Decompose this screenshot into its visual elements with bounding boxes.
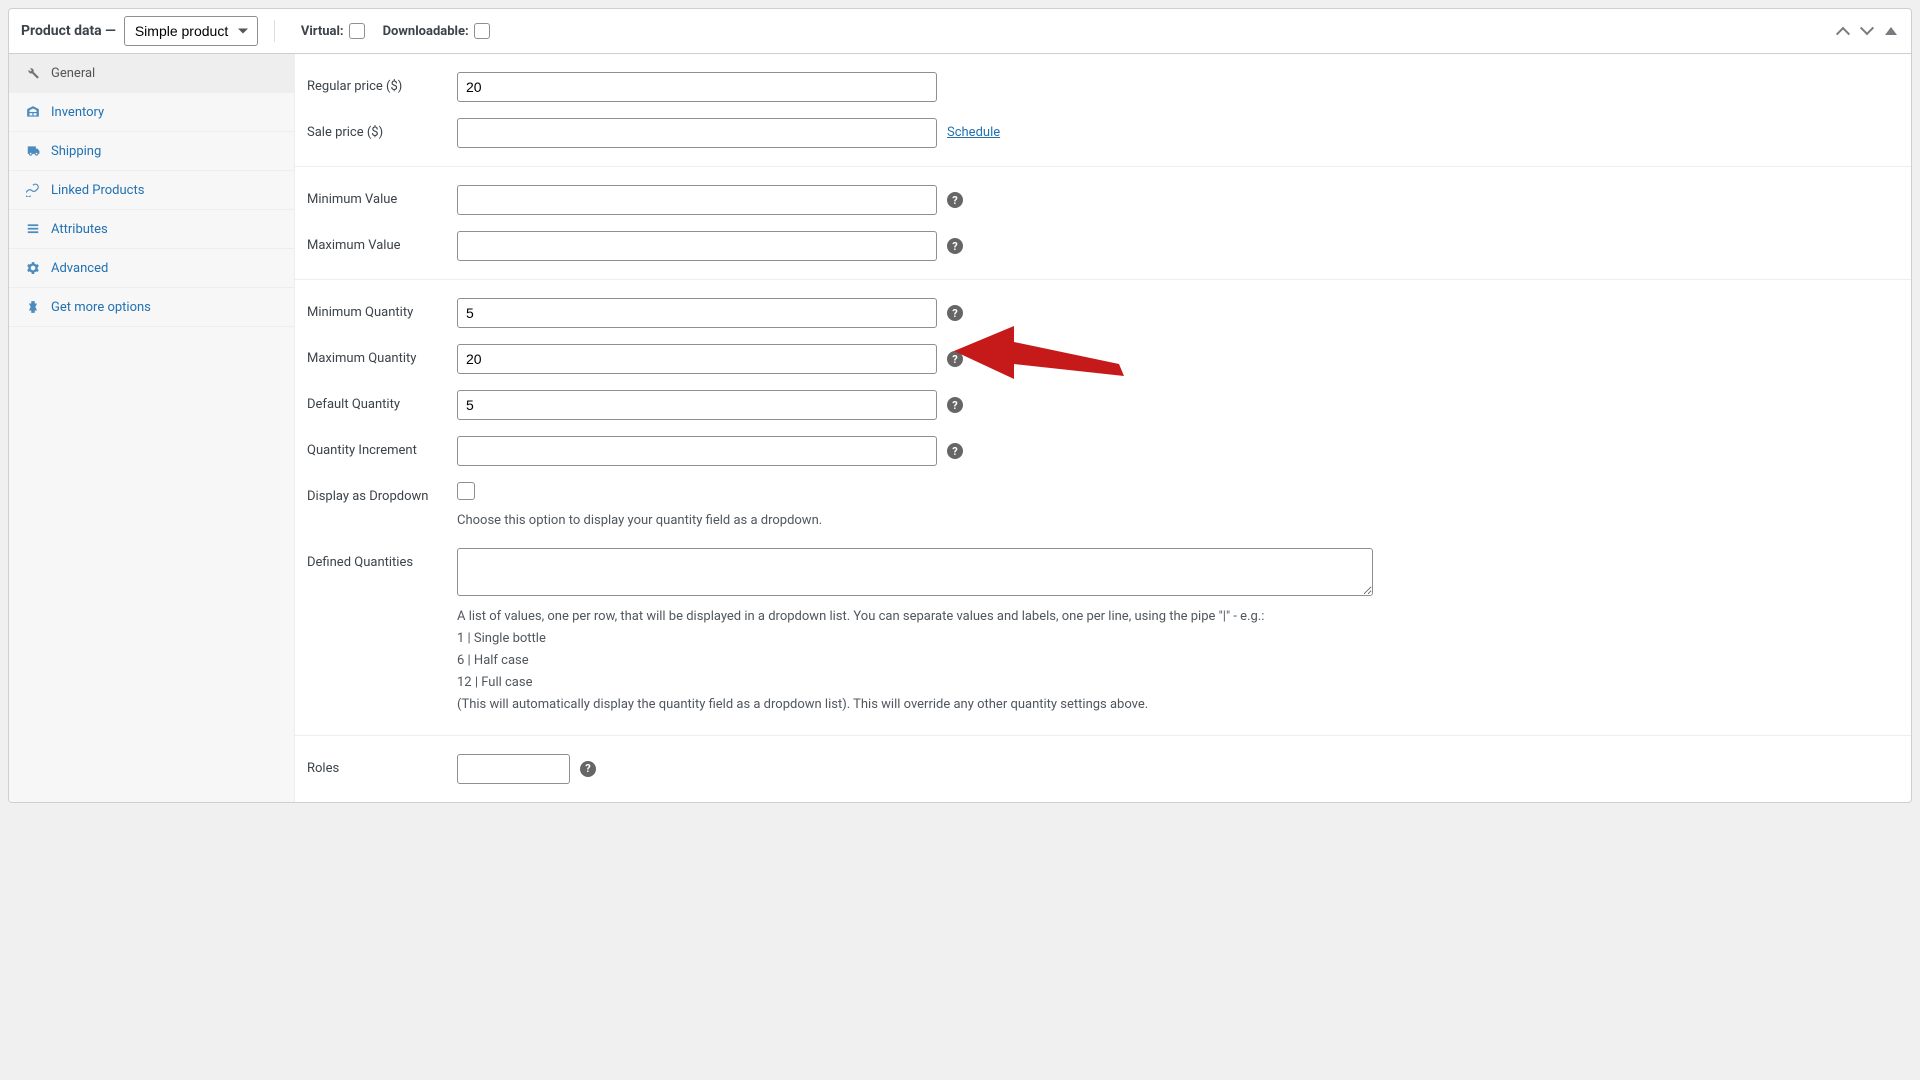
virtual-label: Virtual:: [301, 23, 365, 39]
price-section: Regular price ($) Sale price ($) Schedul…: [295, 54, 1911, 167]
truck-icon: [25, 143, 41, 159]
display-dropdown-label: Display as Dropdown: [307, 482, 457, 504]
wrench-icon: [25, 65, 41, 81]
link-icon: [25, 182, 41, 198]
content-area: Regular price ($) Sale price ($) Schedul…: [295, 54, 1911, 802]
max-qty-input[interactable]: [457, 344, 937, 374]
move-up-icon[interactable]: [1835, 23, 1851, 39]
regular-price-input[interactable]: [457, 72, 937, 102]
sidebar-item-label: Shipping: [51, 144, 101, 159]
sidebar: General Inventory Shipping Linked Produc…: [9, 54, 295, 802]
sidebar-item-linked-products[interactable]: Linked Products: [9, 171, 294, 210]
help-icon[interactable]: [947, 443, 963, 459]
max-value-label: Maximum Value: [307, 231, 457, 253]
product-data-panel: Product data — Simple product Virtual: D…: [8, 8, 1912, 803]
roles-label: Roles: [307, 754, 457, 776]
sale-price-input[interactable]: [457, 118, 937, 148]
sidebar-item-shipping[interactable]: Shipping: [9, 132, 294, 171]
sidebar-item-general[interactable]: General: [9, 54, 294, 93]
default-qty-input[interactable]: [457, 390, 937, 420]
panel-header: Product data — Simple product Virtual: D…: [9, 9, 1911, 54]
sale-price-label: Sale price ($): [307, 118, 457, 140]
min-value-input[interactable]: [457, 185, 937, 215]
sidebar-item-advanced[interactable]: Advanced: [9, 249, 294, 288]
downloadable-label: Downloadable:: [383, 23, 490, 39]
help-icon[interactable]: [947, 305, 963, 321]
panel-title: Product data —: [21, 23, 116, 39]
panel-header-actions: [1835, 23, 1899, 39]
qty-increment-input[interactable]: [457, 436, 937, 466]
max-qty-label: Maximum Quantity: [307, 344, 457, 366]
collapse-icon[interactable]: [1883, 23, 1899, 39]
downloadable-checkbox[interactable]: [474, 23, 490, 39]
max-value-input[interactable]: [457, 231, 937, 261]
sidebar-item-label: Attributes: [51, 222, 108, 237]
help-icon[interactable]: [947, 351, 963, 367]
defined-qty-textarea[interactable]: [457, 548, 1373, 596]
sidebar-item-label: Get more options: [51, 300, 151, 315]
sidebar-item-get-more-options[interactable]: Get more options: [9, 288, 294, 327]
divider: [274, 20, 275, 42]
min-value-label: Minimum Value: [307, 185, 457, 207]
schedule-link[interactable]: Schedule: [947, 125, 1000, 140]
roles-section: Roles: [295, 736, 1911, 802]
gear-icon: [25, 260, 41, 276]
roles-input[interactable]: [457, 754, 570, 784]
help-icon[interactable]: [947, 238, 963, 254]
regular-price-label: Regular price ($): [307, 72, 457, 94]
inventory-icon: [25, 104, 41, 120]
help-icon[interactable]: [947, 397, 963, 413]
display-dropdown-desc: Choose this option to display your quant…: [457, 510, 937, 532]
move-down-icon[interactable]: [1859, 23, 1875, 39]
sidebar-item-inventory[interactable]: Inventory: [9, 93, 294, 132]
quantity-section: Minimum Quantity Maximum Quantity Defaul…: [295, 280, 1911, 736]
qty-increment-label: Quantity Increment: [307, 436, 457, 458]
sidebar-item-label: General: [51, 66, 95, 81]
help-icon[interactable]: [580, 761, 596, 777]
defined-qty-label: Defined Quantities: [307, 548, 457, 570]
list-icon: [25, 221, 41, 237]
help-icon[interactable]: [947, 192, 963, 208]
min-qty-input[interactable]: [457, 298, 937, 328]
panel-body: General Inventory Shipping Linked Produc…: [9, 54, 1911, 802]
sidebar-item-label: Linked Products: [51, 183, 144, 198]
defined-qty-desc: A list of values, one per row, that will…: [457, 606, 1899, 716]
value-section: Minimum Value Maximum Value: [295, 167, 1911, 280]
virtual-checkbox[interactable]: [349, 23, 365, 39]
plugin-icon: [25, 299, 41, 315]
sidebar-item-attributes[interactable]: Attributes: [9, 210, 294, 249]
sidebar-item-label: Advanced: [51, 261, 108, 276]
default-qty-label: Default Quantity: [307, 390, 457, 412]
display-dropdown-checkbox[interactable]: [457, 482, 475, 500]
min-qty-label: Minimum Quantity: [307, 298, 457, 320]
sidebar-item-label: Inventory: [51, 105, 104, 120]
product-type-select[interactable]: Simple product: [124, 16, 258, 46]
